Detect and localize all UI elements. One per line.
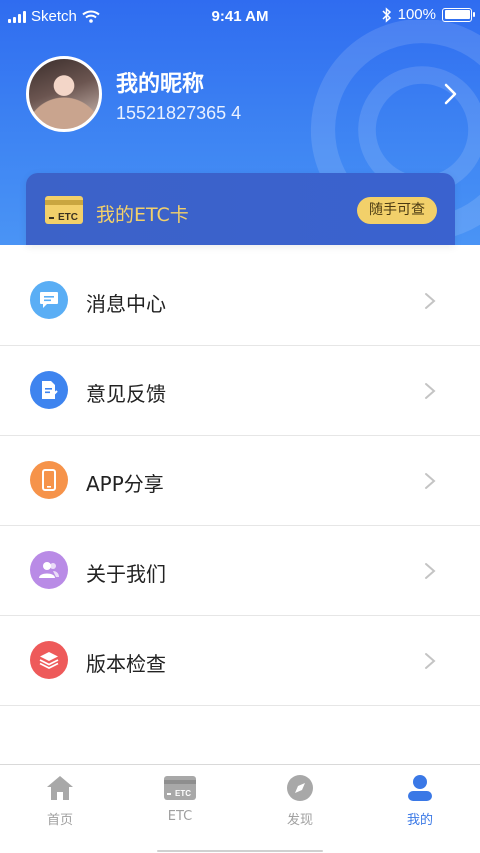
layers-icon: [30, 641, 68, 679]
phone-icon: [30, 461, 68, 499]
chevron-right-icon[interactable]: [442, 82, 460, 106]
avatar[interactable]: [26, 56, 102, 132]
menu-label: APP分享: [86, 472, 164, 496]
etc-card-icon: ETC: [164, 776, 196, 800]
status-right: 100%: [382, 6, 475, 23]
battery-icon: [442, 7, 475, 22]
menu-label: 意见反馈: [86, 382, 166, 406]
menu-item-app-share[interactable]: APP分享: [0, 436, 480, 526]
home-icon: [47, 776, 73, 800]
nickname[interactable]: 我的昵称: [116, 66, 204, 98]
etc-icon-text: ETC: [58, 212, 78, 223]
bluetooth-icon: [382, 6, 391, 23]
compass-icon: [287, 775, 313, 801]
feedback-icon: [30, 371, 68, 409]
chevron-right-icon: [425, 653, 436, 669]
menu-label: 消息中心: [86, 292, 166, 316]
etc-card-icon: ETC: [45, 196, 83, 224]
tab-label: 首页: [46, 813, 73, 828]
battery-percent: 100%: [397, 6, 436, 23]
menu-label: 关于我们: [86, 562, 166, 586]
chevron-right-icon: [425, 383, 436, 399]
chevron-right-icon: [425, 473, 436, 489]
menu-item-about-us[interactable]: 关于我们: [0, 526, 480, 616]
menu-item-messages[interactable]: 消息中心: [0, 256, 480, 346]
user-icon: [408, 775, 432, 801]
tab-home[interactable]: 首页: [0, 773, 120, 828]
tab-mine[interactable]: 我的: [360, 773, 480, 828]
tab-label: 我的: [406, 813, 433, 828]
phone-number: 15521827365 4: [116, 103, 242, 123]
etc-card[interactable]: ETC 我的ETC卡 随手可查: [26, 173, 455, 245]
status-bar: Sketch 9:41 AM 100%: [0, 0, 480, 34]
tab-etc-icon-text: ETC: [175, 789, 191, 798]
etc-card-badge[interactable]: 随手可查: [357, 197, 437, 224]
chevron-right-icon: [425, 563, 436, 579]
menu-label: 版本检查: [86, 652, 166, 676]
menu-list: 消息中心 意见反馈 APP分享 关于我们 版本检查: [0, 256, 480, 706]
etc-card-title: 我的ETC卡: [96, 204, 189, 226]
tab-etc[interactable]: ETC ETC: [120, 773, 240, 824]
home-indicator: [157, 850, 323, 852]
menu-item-version-check[interactable]: 版本检查: [0, 616, 480, 706]
tab-discover[interactable]: 发现: [240, 773, 360, 828]
chevron-right-icon: [425, 293, 436, 309]
menu-item-feedback[interactable]: 意见反馈: [0, 346, 480, 436]
users-icon: [30, 551, 68, 589]
tab-label: ETC: [167, 809, 193, 824]
tab-bar: 首页 ETC ETC 发现 我的: [0, 764, 480, 853]
message-icon: [30, 281, 68, 319]
tab-label: 发现: [286, 813, 313, 828]
